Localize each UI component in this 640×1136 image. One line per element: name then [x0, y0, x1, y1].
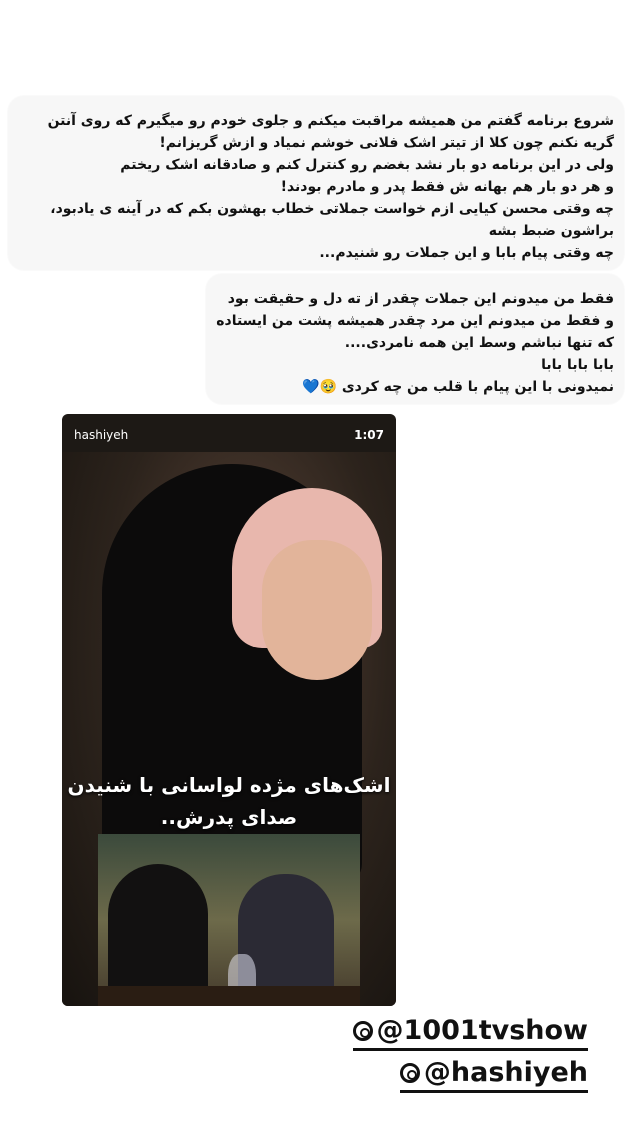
caption-line: بابا بابا بابا	[541, 357, 614, 373]
mention-sticker[interactable]: @hashiyeh	[399, 1056, 588, 1093]
caption-line: نمیدونی با این پیام با قلب من چه کردی 🥹💙	[302, 379, 614, 395]
caption-line: چه وقتی پیام بابا و این جملات رو شنیدم..…	[319, 245, 614, 261]
at-icon	[352, 1021, 373, 1041]
caption-line: شروع برنامه گفتم من همیشه مراقبت میکنم و…	[47, 113, 614, 129]
video-frame: اشک‌های مژده لواسانی با شنیدن صدای پدرش.…	[62, 452, 396, 1006]
caption-line: که تنها نباشم وسط این همه نامردی....	[344, 335, 614, 351]
shared-video-card[interactable]: hashiyeh 1:07 اشک‌های مژده لواسانی با شن…	[62, 414, 396, 1006]
at-icon	[399, 1063, 420, 1083]
woman-figure	[108, 864, 208, 1006]
caption-line: فقط من میدونم این جملات چقدر از ته دل و …	[227, 291, 614, 307]
video-account-name[interactable]: hashiyeh	[74, 428, 128, 442]
video-duration: 1:07	[354, 428, 384, 442]
inset-photo	[98, 834, 360, 1006]
caption-line: براشون ضبط بشه	[488, 223, 614, 239]
caption-block: شروع برنامه گفتم من همیشه مراقبت میکنم و…	[8, 96, 624, 270]
video-overlay-caption: صدای پدرش..	[160, 805, 298, 829]
caption-line: گریه نکنم چون کلا از تیتر اشک فلانی خوشم…	[159, 135, 614, 151]
caption-block: فقط من میدونم این جملات چقدر از ته دل و …	[206, 274, 624, 404]
table-figure	[98, 986, 360, 1006]
mention-text: @1001tvshow	[376, 1015, 588, 1046]
caption-line: ولی در این برنامه دو بار نشد بغضم رو کنت…	[120, 157, 614, 173]
mention-sticker[interactable]: @1001tvshow	[352, 1014, 588, 1051]
caption-line: چه وقتی محسن کیایی ازم خواست جملاتی خطاب…	[50, 201, 614, 217]
video-overlay-caption: اشک‌های مژده لواسانی با شنیدن	[67, 773, 391, 797]
mention-text: @hashiyeh	[423, 1057, 588, 1088]
caption-line: و هر دو بار هم بهانه ش فقط پدر و مادرم ب…	[280, 179, 614, 195]
caption-line: و فقط من میدونم این مرد چقدر همیشه پشت م…	[216, 313, 614, 329]
face-figure	[262, 540, 372, 680]
